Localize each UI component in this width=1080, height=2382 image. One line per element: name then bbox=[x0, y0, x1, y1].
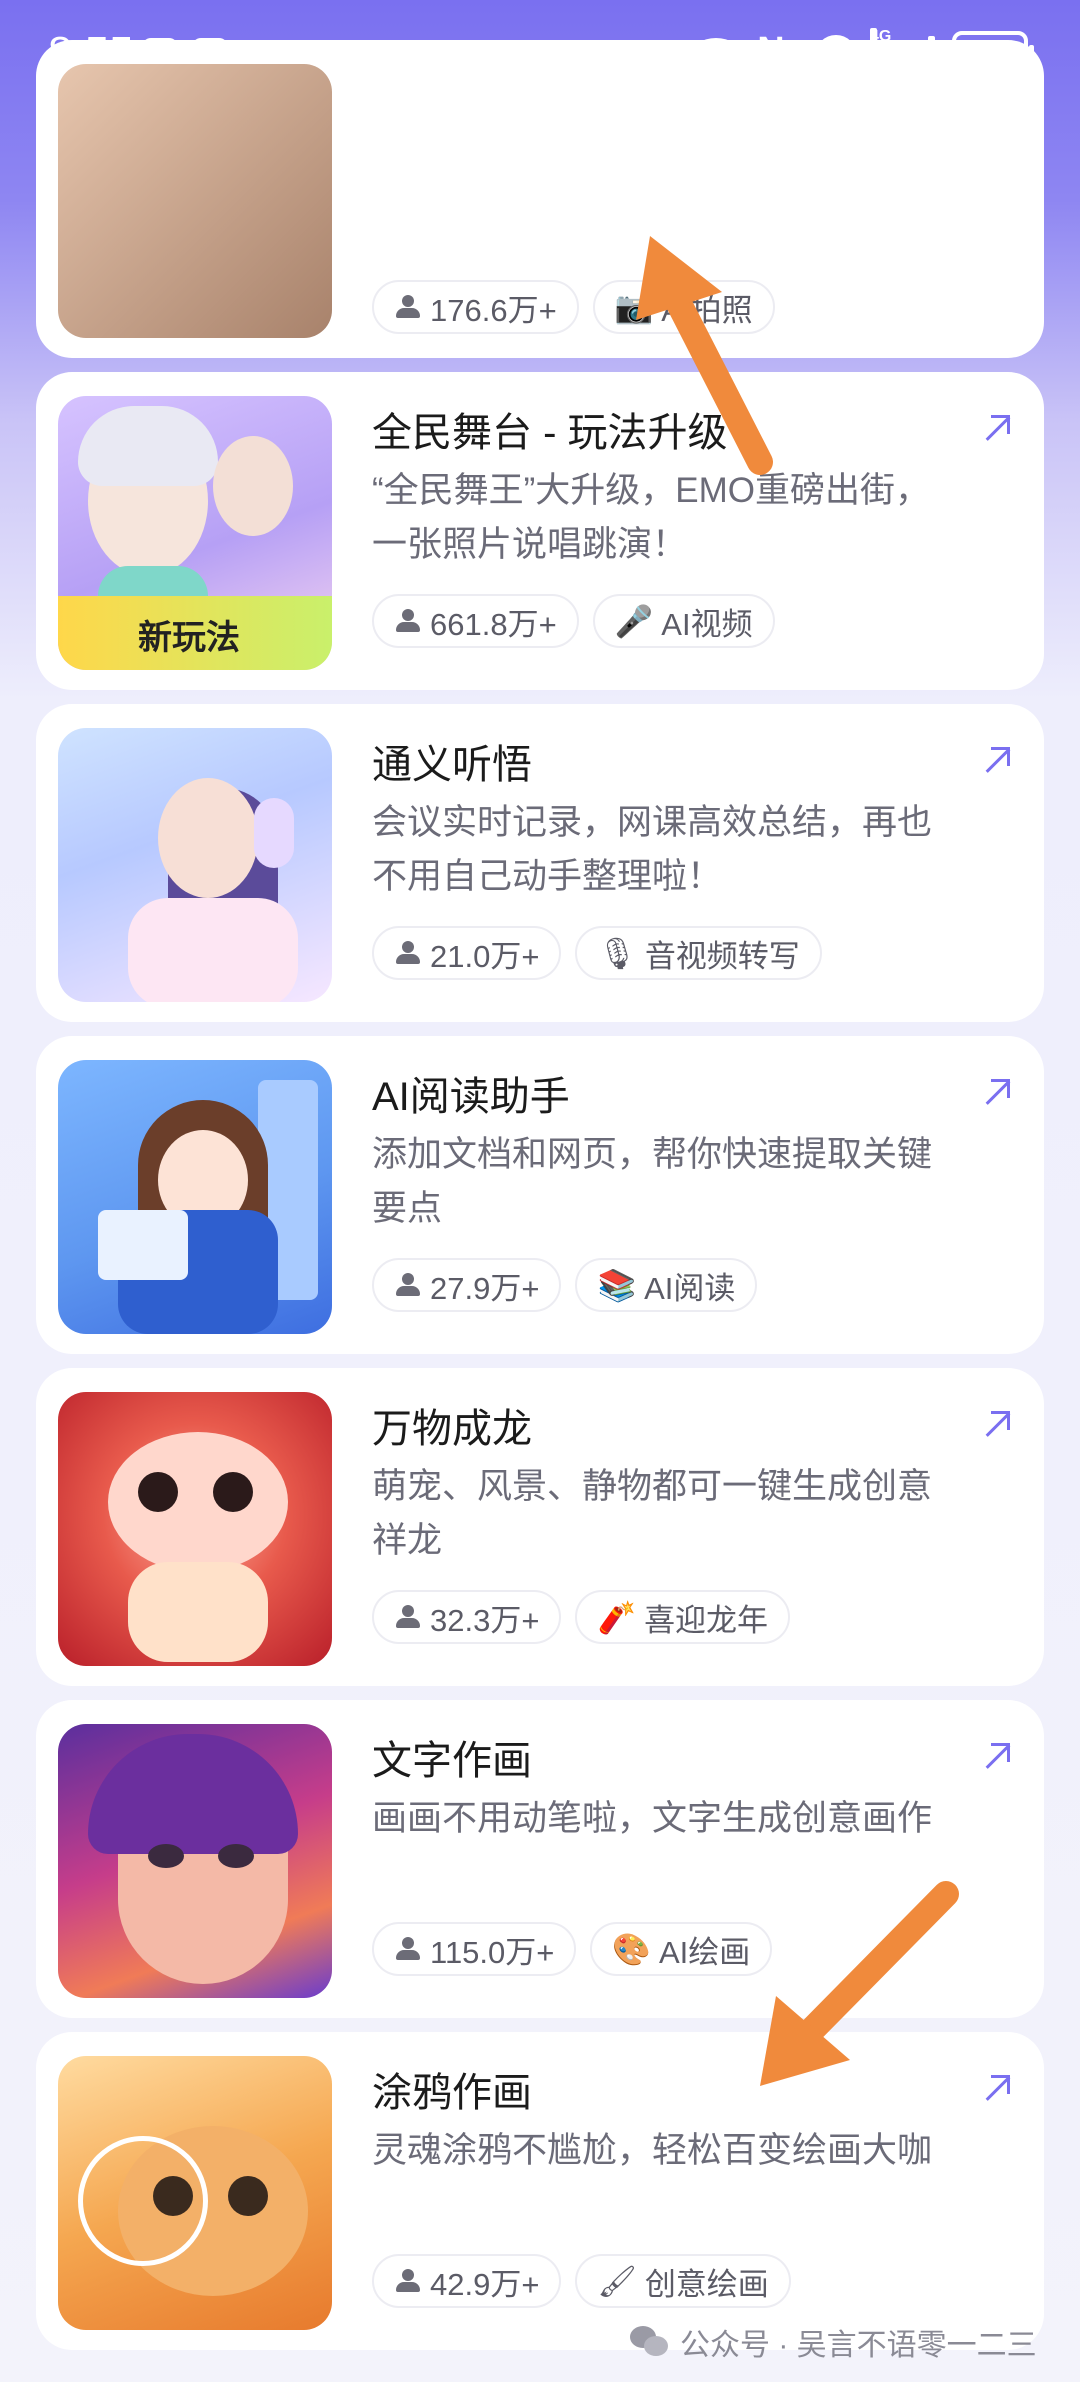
paintbrush-icon: 🖌 bbox=[597, 2263, 637, 2299]
people-icon bbox=[394, 1937, 422, 1961]
open-arrow-icon[interactable] bbox=[980, 2072, 1012, 2104]
channel-thumbnail bbox=[58, 1724, 332, 1998]
list-item[interactable]: 涂鸦作画 灵魂涂鸦不尴尬，轻松百变绘画大咖 42.9万+ 🖌 创意绘画 bbox=[36, 2032, 1044, 2350]
studio-mic-icon: 🎙 bbox=[597, 935, 637, 971]
open-arrow-icon[interactable] bbox=[980, 1076, 1012, 1108]
people-icon bbox=[394, 609, 422, 633]
user-count-chip: 27.9万+ bbox=[372, 1258, 562, 1312]
list-item[interactable]: 176.6万+ 📷 AI拍照 bbox=[36, 40, 1044, 358]
people-icon bbox=[394, 2269, 422, 2293]
channel-title: 涂鸦作画 bbox=[372, 2071, 532, 2115]
channel-description: 添加文档和网页，帮你快速提取关键要点 bbox=[372, 1135, 933, 1228]
wechat-icon bbox=[630, 2326, 670, 2358]
user-count-chip: 42.9万+ bbox=[372, 2254, 562, 2308]
channel-thumbnail bbox=[58, 64, 332, 338]
list-item[interactable]: AI阅读助手 添加文档和网页，帮你快速提取关键要点 27.9万+ 📚 AI阅读 bbox=[36, 1036, 1044, 1354]
channel-thumbnail bbox=[58, 2056, 332, 2330]
open-arrow-icon[interactable] bbox=[980, 1740, 1012, 1772]
people-icon bbox=[394, 941, 422, 965]
people-icon bbox=[394, 295, 422, 319]
camera-icon: 📷 bbox=[614, 289, 654, 325]
channel-thumbnail bbox=[58, 728, 332, 1002]
open-arrow-icon[interactable] bbox=[980, 412, 1012, 444]
channel-description: 萌宠、风景、静物都可一键生成创意祥龙 bbox=[372, 1467, 933, 1560]
people-icon bbox=[394, 1605, 422, 1629]
channel-thumbnail: 新玩法 bbox=[58, 396, 332, 670]
channel-title: 文字作画 bbox=[372, 1739, 532, 1783]
category-chip: 🧨 喜迎龙年 bbox=[575, 1590, 791, 1644]
palette-icon: 🎨 bbox=[612, 1931, 651, 1967]
list-item[interactable]: 文字作画 画画不用动笔啦，文字生成创意画作 115.0万+ 🎨 AI绘画 bbox=[36, 1700, 1044, 2018]
open-arrow-icon[interactable] bbox=[980, 1408, 1012, 1440]
category-chip: 📚 AI阅读 bbox=[575, 1258, 758, 1312]
channel-description: 画画不用动笔啦，文字生成创意画作 bbox=[372, 1799, 933, 1838]
watermark: 公众号 · 吴言不语零一二三 bbox=[630, 2320, 1037, 2364]
list-item[interactable]: 万物成龙 萌宠、风景、静物都可一键生成创意祥龙 32.3万+ 🧨 喜迎龙年 bbox=[36, 1368, 1044, 1686]
people-icon bbox=[394, 1273, 422, 1297]
books-icon: 📚 bbox=[597, 1267, 637, 1303]
list-item[interactable]: 新玩法 全民舞台 - 玩法升级 “全民舞王”大升级，EMO重磅出街，一张照片说唱… bbox=[36, 372, 1044, 690]
category-chip: 🎨 AI绘画 bbox=[590, 1922, 773, 1976]
microphone-icon: 🎤 bbox=[614, 603, 654, 639]
open-arrow-icon[interactable] bbox=[980, 744, 1012, 776]
user-count-chip: 176.6万+ bbox=[372, 280, 579, 334]
list-item[interactable]: 通义听悟 会议实时记录，网课高效总结，再也不用自己动手整理啦！ 21.0万+ 🎙… bbox=[36, 704, 1044, 1022]
user-count-chip: 115.0万+ bbox=[372, 1922, 577, 1976]
user-count-chip: 32.3万+ bbox=[372, 1590, 562, 1644]
category-chip: 🖌 创意绘画 bbox=[575, 2254, 791, 2308]
channel-description: “全民舞王”大升级，EMO重磅出街，一张照片说唱跳演！ bbox=[372, 471, 931, 564]
channel-description: 会议实时记录，网课高效总结，再也不用自己动手整理啦！ bbox=[372, 803, 933, 896]
channel-list: 176.6万+ 📷 AI拍照 新玩法 全民舞台 - 玩法升级 “全民舞王”大升级… bbox=[36, 0, 1044, 2382]
user-count-chip: 21.0万+ bbox=[372, 926, 562, 980]
new-play-badge: 新玩法 bbox=[58, 596, 332, 670]
channel-title: AI阅读助手 bbox=[372, 1075, 570, 1119]
channel-description: 灵魂涂鸦不尴尬，轻松百变绘画大咖 bbox=[372, 2131, 933, 2170]
category-chip: 🎤 AI视频 bbox=[592, 594, 775, 648]
category-chip: 📷 AI拍照 bbox=[592, 280, 775, 334]
channel-title: 通义听悟 bbox=[372, 743, 532, 787]
channel-thumbnail bbox=[58, 1392, 332, 1666]
category-chip: 🎙 音视频转写 bbox=[575, 926, 822, 980]
channel-thumbnail bbox=[58, 1060, 332, 1334]
firecracker-icon: 🧨 bbox=[597, 1599, 637, 1635]
user-count-chip: 661.8万+ bbox=[372, 594, 579, 648]
channel-title: 万物成龙 bbox=[372, 1407, 532, 1451]
channel-title: 全民舞台 - 玩法升级 bbox=[372, 411, 728, 455]
